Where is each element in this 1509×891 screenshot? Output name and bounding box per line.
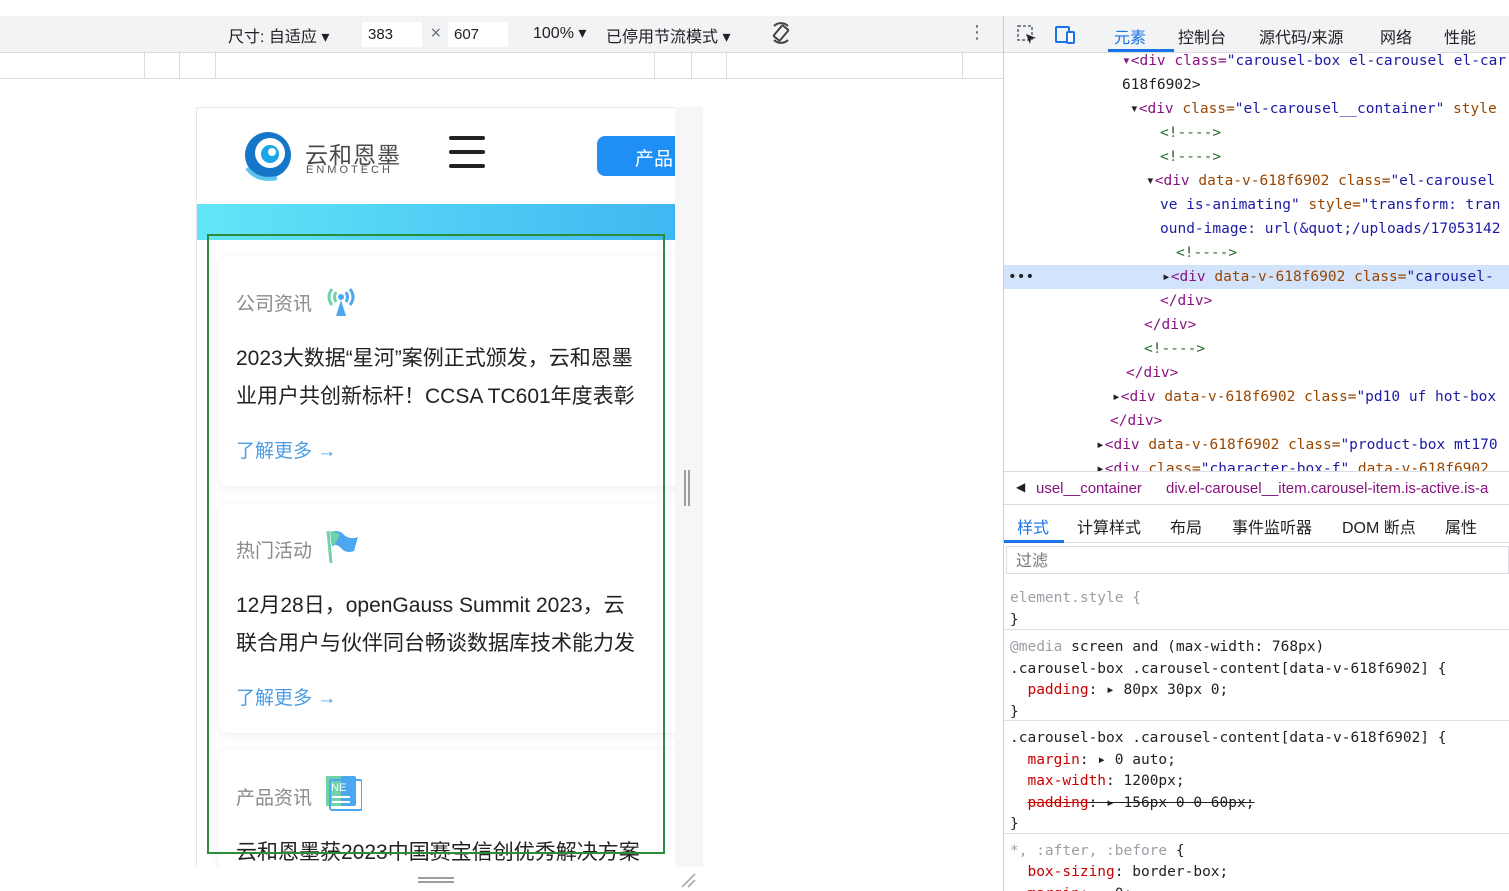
- learn-more-link[interactable]: 了解更多 →: [236, 436, 336, 463]
- zoom-dropdown[interactable]: 100% ▾: [533, 23, 586, 43]
- tab-performance[interactable]: 性能: [1444, 24, 1476, 48]
- viewport-resize-handle-bottom[interactable]: [418, 877, 454, 885]
- dom-node[interactable]: <!---->: [1144, 337, 1205, 361]
- dom-node[interactable]: <!---->: [1160, 145, 1221, 169]
- card-title: 热门活动: [236, 541, 313, 562]
- logo-swirl-icon: [245, 132, 291, 181]
- news-icon: NE: [326, 776, 362, 811]
- breadcrumb-scroll-left-icon[interactable]: ◀: [1016, 480, 1025, 494]
- dom-node[interactable]: ▸<div data-v-618f6902 class="product-box…: [1096, 433, 1498, 457]
- tab-console[interactable]: 控制台: [1178, 24, 1226, 48]
- inspect-element-icon[interactable]: [1016, 24, 1038, 46]
- css-rule-line[interactable]: .carousel-box .carousel-content[data-v-6…: [1010, 728, 1447, 748]
- dom-node[interactable]: ▸<div class="character-box-f" data-v-618…: [1096, 457, 1489, 471]
- dom-tree[interactable]: ▾<div class="carousel-box el-carousel el…: [1004, 53, 1509, 471]
- dom-node[interactable]: </div>: [1160, 289, 1212, 313]
- card-title: 产品资讯: [236, 788, 313, 809]
- throttle-dropdown[interactable]: 已停用节流模式 ▾: [606, 23, 730, 47]
- site-logo[interactable]: 云和恩墨 ENMOTECH: [243, 128, 403, 182]
- css-rule-line[interactable]: .carousel-box .carousel-content[data-v-6…: [1010, 659, 1447, 679]
- tab-computed[interactable]: 计算样式: [1077, 514, 1141, 538]
- dom-node[interactable]: ▾<div class="el-carousel__container" sty…: [1130, 97, 1497, 121]
- css-rule-line[interactable]: box-sizing: border-box;: [1010, 862, 1228, 882]
- dom-node[interactable]: </div>: [1126, 361, 1178, 385]
- dom-node[interactable]: ▾<div class="carousel-box el-carousel el…: [1122, 53, 1506, 73]
- active-tab-indicator: [1108, 49, 1174, 52]
- tab-elements[interactable]: 元素: [1114, 24, 1146, 48]
- dom-node[interactable]: <!---->: [1160, 121, 1221, 145]
- site-header: 云和恩墨 ENMOTECH 产品: [197, 108, 675, 204]
- dom-node[interactable]: </div>: [1110, 409, 1162, 433]
- dom-node[interactable]: 618f6902>: [1122, 73, 1201, 97]
- tab-styles[interactable]: 样式: [1017, 514, 1049, 538]
- dimensions-dropdown[interactable]: 尺寸: 自适应 ▾: [228, 23, 329, 47]
- dom-node[interactable]: <!---->: [1176, 241, 1237, 265]
- hero-banner: [197, 204, 675, 240]
- css-rule-line[interactable]: element.style {: [1010, 588, 1141, 608]
- dom-node[interactable]: ve is-animating" style="transform: tran: [1160, 193, 1500, 217]
- more-options-icon[interactable]: ⋮: [968, 22, 986, 43]
- devtools-panel: 元素 控制台 源代码/来源 网络 性能 ▾<div class="carouse…: [1004, 16, 1509, 891]
- dom-node[interactable]: ▾<div data-v-618f6902 class="el-carousel: [1146, 169, 1495, 193]
- top-strip: [0, 0, 1003, 16]
- device-toolbar: 尺寸: 自适应 ▾ × 100% ▾ 已停用节流模式 ▾ ⋮: [0, 16, 1003, 53]
- news-card-company: 公司资讯 2023大数据“星河”案例正式颁发，云和恩墨 业用户共创新标杆！CCS…: [219, 256, 675, 486]
- tab-properties[interactable]: 属性: [1445, 514, 1477, 538]
- css-rule-separator: [1004, 720, 1509, 721]
- logo-english-text: ENMOTECH: [306, 164, 393, 176]
- tab-sources[interactable]: 源代码/来源: [1259, 24, 1343, 48]
- news-card-products: 产品资讯 NE 云和恩墨获2023中国赛宝信创优秀解决方案: [219, 750, 675, 867]
- tab-layout[interactable]: 布局: [1170, 514, 1202, 538]
- css-rules-pane[interactable]: element.style {} @media screen and (max-w…: [1004, 576, 1509, 891]
- device-toolbar-icon[interactable]: [1054, 24, 1076, 46]
- rotate-icon[interactable]: [768, 20, 794, 46]
- css-rule-line[interactable]: }: [1010, 702, 1019, 722]
- dom-node[interactable]: </div>: [1144, 313, 1196, 337]
- viewport-resize-handle-right[interactable]: [684, 470, 692, 506]
- css-rule-line[interactable]: margin: ▸ 0 auto;: [1010, 750, 1175, 770]
- resize-corner-icon[interactable]: [680, 872, 696, 888]
- styles-tab-bar: 样式 计算样式 布局 事件监听器 DOM 断点 属性: [1004, 505, 1509, 543]
- css-rule-line[interactable]: @media screen and (max-width: 768px): [1010, 637, 1324, 657]
- signal-tower-icon: [327, 288, 355, 316]
- css-rule-separator: [1004, 832, 1509, 834]
- card-headline[interactable]: 12月28日，openGauss Summit 2023，云 联合用户与伙伴同台…: [236, 587, 675, 663]
- media-query-ruler: [0, 53, 1003, 79]
- tab-dom-breakpoints[interactable]: DOM 断点: [1342, 514, 1416, 538]
- dom-node-selected[interactable]: ▸<div data-v-618f6902 class="carousel-: [1162, 265, 1494, 289]
- browser-window: 尺寸: 自适应 ▾ × 100% ▾ 已停用节流模式 ▾ ⋮: [0, 0, 1509, 891]
- breadcrumb-item[interactable]: usel__container: [1036, 480, 1142, 497]
- css-rule-separator: [1004, 629, 1509, 630]
- css-rule-line[interactable]: }: [1010, 814, 1019, 834]
- height-input[interactable]: [448, 22, 508, 47]
- breadcrumb-item-active[interactable]: div.el-carousel__item.carousel-item.is-a…: [1166, 480, 1488, 497]
- svg-text:NE: NE: [331, 782, 346, 794]
- menu-icon[interactable]: [449, 136, 485, 170]
- flag-icon: [326, 530, 358, 564]
- device-emulation-pane: 尺寸: 自适应 ▾ × 100% ▾ 已停用节流模式 ▾ ⋮: [0, 0, 1003, 891]
- news-card-events: 热门活动 12月28日，openGauss Summit 2023，云 联合用户…: [219, 503, 675, 733]
- dom-node[interactable]: ▸<div data-v-618f6902 class="pd10 uf hot…: [1112, 385, 1496, 409]
- css-rule-line[interactable]: padding: ▸ 156px 0 0 60px;: [1010, 793, 1254, 813]
- css-rule-line[interactable]: max-width: 1200px;: [1010, 771, 1184, 791]
- times-sign: ×: [430, 25, 442, 41]
- tab-event-listeners[interactable]: 事件监听器: [1232, 514, 1312, 538]
- card-headline[interactable]: 2023大数据“星河”案例正式颁发，云和恩墨 业用户共创新标杆！CCSA TC6…: [236, 340, 675, 416]
- css-rule-line[interactable]: }: [1010, 610, 1019, 630]
- css-rule-line[interactable]: padding: ▸ 80px 30px 0;: [1010, 680, 1228, 700]
- css-rule-line[interactable]: *, :after, :before {: [1010, 841, 1185, 861]
- css-rule-line[interactable]: margin: ▸ 0;: [1010, 884, 1132, 891]
- product-button[interactable]: 产品: [597, 136, 675, 176]
- element-breadcrumb: ◀ usel__container div.el-carousel__item.…: [1004, 471, 1509, 505]
- card-title: 公司资讯: [236, 294, 313, 315]
- dom-node[interactable]: ound-image: url(&quot;/uploads/17053142: [1160, 217, 1500, 241]
- width-input[interactable]: [362, 22, 422, 47]
- card-headline[interactable]: 云和恩墨获2023中国赛宝信创优秀解决方案: [236, 834, 675, 867]
- devtools-tab-bar: 元素 控制台 源代码/来源 网络 性能: [1004, 16, 1509, 53]
- styles-filter-input[interactable]: [1006, 546, 1509, 574]
- mobile-viewport: 云和恩墨 ENMOTECH 产品 公司资讯 2023大数据“星河”案例正式颁发，…: [196, 107, 675, 867]
- learn-more-link[interactable]: 了解更多 →: [236, 683, 336, 710]
- tab-network[interactable]: 网络: [1380, 24, 1412, 48]
- active-style-tab-indicator: [1004, 540, 1064, 543]
